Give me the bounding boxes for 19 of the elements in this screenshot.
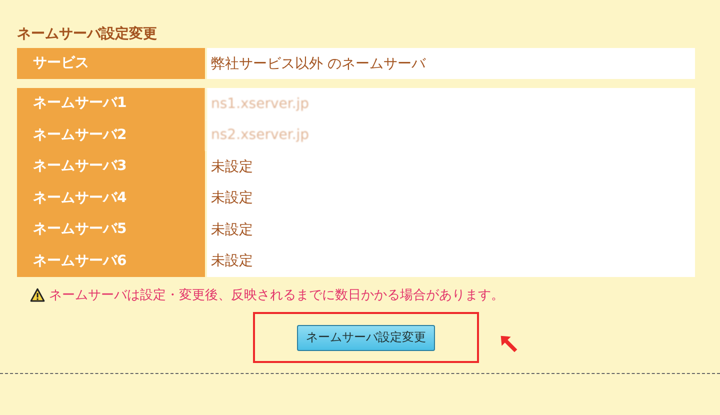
field-value: ns1.xserver.jp xyxy=(205,88,695,120)
field-label: ネームサーバ1 xyxy=(17,88,205,120)
field-value: 未設定 xyxy=(205,182,695,214)
field-value: 未設定 xyxy=(205,246,695,277)
arrow-icon xyxy=(499,334,519,354)
field-value: 弊社サービス以外 のネームサーバ xyxy=(205,48,695,79)
section-title: ネームサーバ設定変更 xyxy=(17,25,158,43)
field-label: サービス xyxy=(17,48,205,79)
field-value: 未設定 xyxy=(205,214,695,246)
field-label: ネームサーバ6 xyxy=(17,246,205,277)
warning-icon xyxy=(30,288,45,302)
field-label: ネームサーバ3 xyxy=(17,151,205,182)
submit-button[interactable]: ネームサーバ設定変更 xyxy=(297,324,435,350)
field-label: ネームサーバ4 xyxy=(17,182,205,214)
warning-text: ネームサーバは設定・変更後、反映されるまでに数日かかる場合があります。 xyxy=(49,287,504,304)
field-value: 未設定 xyxy=(205,151,695,182)
field-label: ネームサーバ5 xyxy=(17,214,205,246)
field-value: ns2.xserver.jp xyxy=(205,120,695,151)
field-label: ネームサーバ2 xyxy=(17,120,205,151)
